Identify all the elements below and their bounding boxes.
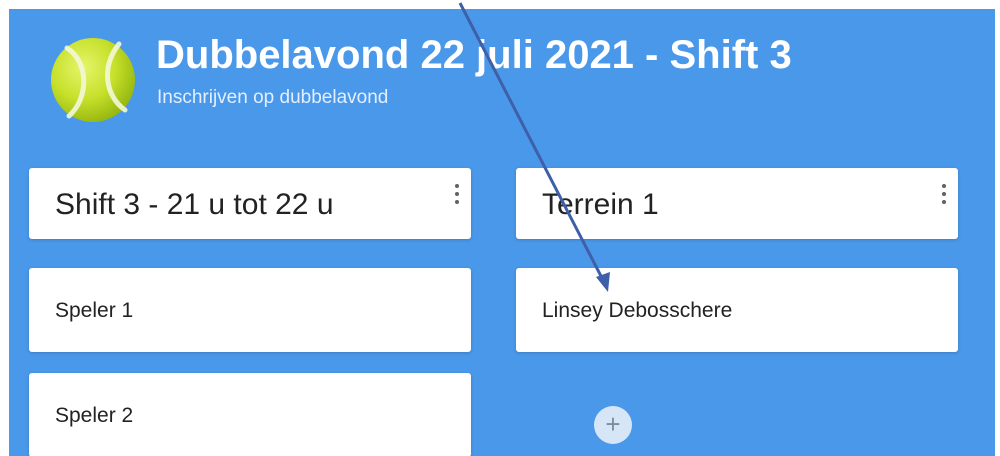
post-label: Speler 1 <box>55 299 134 322</box>
page-subtitle: Inschrijven op dubbelavond <box>157 87 389 108</box>
post-speler-2[interactable]: Speler 2 <box>29 373 471 456</box>
tennis-ball-icon <box>51 38 135 122</box>
column-header-shift[interactable]: Shift 3 - 21 u tot 22 u <box>29 168 471 239</box>
page-title: Dubbelavond 22 juli 2021 - Shift 3 <box>156 33 792 77</box>
board: Dubbelavond 22 juli 2021 - Shift 3 Insch… <box>9 9 995 456</box>
post-speler-1[interactable]: Speler 1 <box>29 268 471 352</box>
more-vert-icon[interactable] <box>934 180 954 214</box>
post-label: Speler 2 <box>55 404 134 427</box>
column-header-terrein[interactable]: Terrein 1 <box>516 168 958 239</box>
post-label: Linsey Debosschere <box>542 299 733 322</box>
add-post-button[interactable]: + <box>594 406 632 444</box>
column-title: Shift 3 - 21 u tot 22 u <box>55 188 334 221</box>
post-linsey-debosschere[interactable]: Linsey Debosschere <box>516 268 958 352</box>
more-vert-icon[interactable] <box>447 180 467 214</box>
column-title: Terrein 1 <box>542 188 659 221</box>
